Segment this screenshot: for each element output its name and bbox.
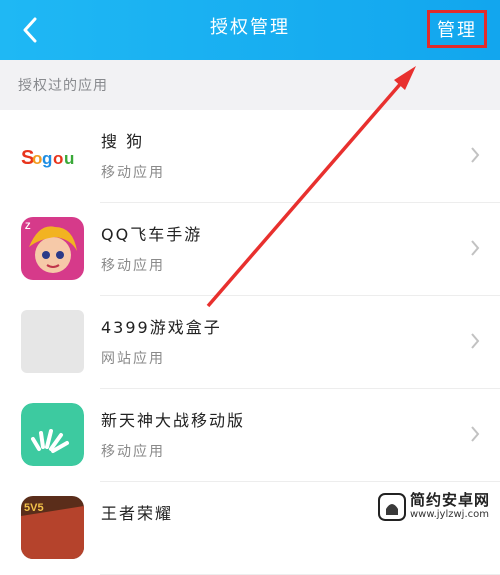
- app-type: 移动应用: [101, 258, 165, 274]
- list-item[interactable]: Z QQ飞车手游 移动应用: [0, 203, 500, 296]
- svg-text:g: g: [42, 149, 52, 168]
- chevron-right-icon: [471, 240, 480, 256]
- svg-text:5V5: 5V5: [24, 502, 44, 514]
- chevron-right-icon: [471, 333, 480, 349]
- game-character-icon: Z: [21, 217, 84, 280]
- svg-text:u: u: [64, 149, 74, 168]
- page-title: 授权管理: [210, 17, 290, 38]
- app-name: 搜 狗: [101, 132, 145, 151]
- app-name: 新天神大战移动版: [101, 411, 246, 430]
- app-type: 网站应用: [101, 351, 165, 367]
- list-item[interactable]: 新天神大战移动版 移动应用: [0, 389, 500, 482]
- svg-text:Z: Z: [25, 221, 31, 231]
- sogou-logo-icon: S o g o u: [21, 124, 84, 187]
- svg-text:o: o: [53, 149, 63, 168]
- app-name: 4399游戏盒子: [101, 318, 222, 337]
- manage-button[interactable]: 管理: [437, 16, 477, 42]
- green-app-icon: [21, 403, 84, 466]
- android-logo-icon: [377, 492, 406, 521]
- watermark: 简约安卓网 www.jylzwj.com: [373, 490, 494, 523]
- manage-highlight-box: 管理: [427, 10, 487, 48]
- list-item[interactable]: 4399游戏盒子 网站应用: [0, 296, 500, 389]
- placeholder-icon: [21, 310, 84, 373]
- app-name: QQ飞车手游: [101, 225, 203, 244]
- app-name: 王者荣耀: [101, 504, 174, 523]
- section-header: 授权过的应用: [0, 60, 500, 110]
- watermark-title: 简约安卓网: [409, 491, 490, 509]
- svg-text:o: o: [32, 149, 42, 168]
- list-item[interactable]: S o g o u 搜 狗 移动应用: [0, 110, 500, 203]
- chevron-right-icon: [471, 147, 480, 163]
- chevron-right-icon: [471, 426, 480, 442]
- app-type: 移动应用: [101, 444, 165, 460]
- game-icon: 5V5: [21, 496, 84, 559]
- watermark-url: www.jylzwj.com: [409, 509, 489, 520]
- app-header: 授权管理 管理: [0, 0, 500, 60]
- app-type: 移动应用: [101, 165, 165, 181]
